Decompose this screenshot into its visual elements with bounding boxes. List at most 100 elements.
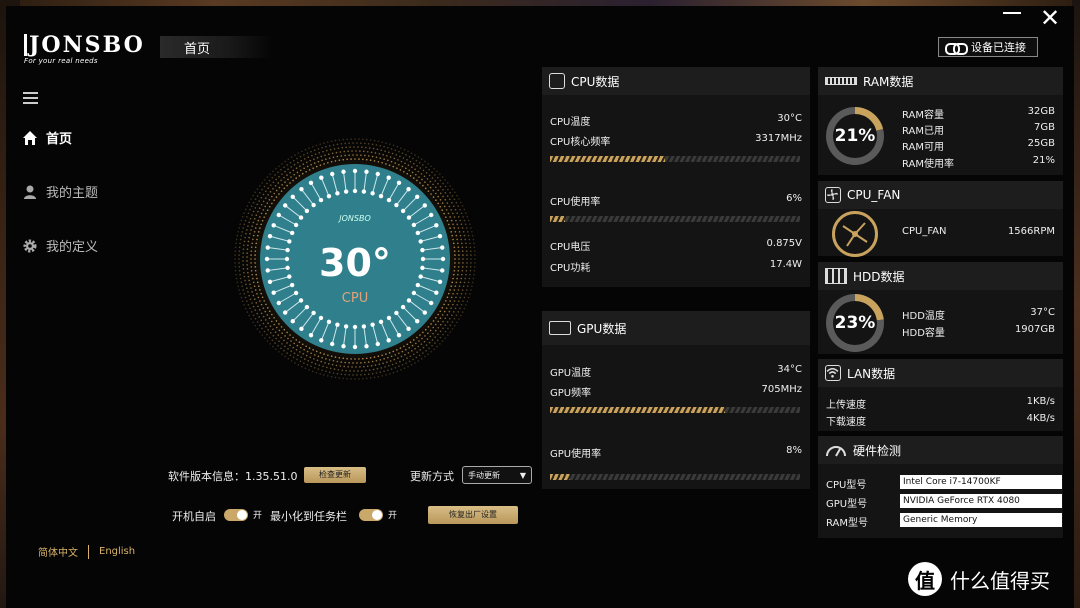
hdd-icon [825,268,847,284]
lan-download-row: 下载速度 4KB/s [826,413,1055,428]
update-mode-label: 更新方式 [410,470,454,483]
hw-ram-label: RAM型号 [826,514,868,529]
gpu-temp-label: GPU温度 [550,368,592,379]
gpu-freq-label: GPU频率 [550,388,592,399]
gpu-panel-header: GPU数据 [542,311,810,345]
lan-upload-row: 上传速度 1KB/s [826,396,1055,411]
connection-status-label: 设备已连接 [971,41,1026,54]
ram-capacity-label: RAM容量 [902,110,945,121]
menu-icon[interactable] [23,92,38,107]
sidebar-item-label: 首页 [46,132,73,147]
lan-panel: LAN数据 上传速度 1KB/s 下载速度 4KB/s [818,359,1063,431]
cpu-temperature-gauge: JONSBO 30° CPU [230,134,480,384]
sidebar-item-home[interactable]: 首页 [22,128,72,147]
close-icon[interactable]: ✕ [1040,6,1060,30]
cpu-fan-panel: CPU_FAN CPU_FAN 1566RPM [818,181,1063,257]
ram-used-label: RAM已用 [902,126,945,137]
lan-panel-header: LAN数据 [818,359,1063,387]
gpu-icon [549,321,571,335]
fan-icon [825,187,841,203]
cpu-freq-bar-fill [550,156,665,162]
sidebar-item-my-theme[interactable]: 我的主题 [22,182,98,201]
minimize-toggle[interactable] [359,509,383,521]
language-zh[interactable]: 简体中文 [38,544,78,559]
fan-dial-icon [832,211,878,257]
language-divider [88,544,89,559]
ram-usage-row: RAM使用率 21% [902,155,1055,170]
cpu-temp-value: 30°C [777,113,802,124]
cpu-fan-row: CPU_FAN 1566RPM [902,226,1055,237]
watermark: 值 什么值得买 [908,562,1050,596]
hdd-panel: HDD数据 23% HDD温度 37°C HDD容量 1907GB [818,262,1063,354]
ram-free-value: 25GB [1027,138,1055,149]
hdd-panel-header: HDD数据 [818,262,1063,290]
autostart-toggle[interactable] [224,509,248,521]
hdd-capacity-value: 1907GB [1014,324,1055,335]
hardware-panel-title: 硬件检测 [853,443,902,458]
hdd-temp-row: HDD温度 37°C [902,307,1055,322]
ram-panel-title: RAM数据 [863,74,914,89]
cpu-freq-value: 3317MHz [755,133,802,144]
cpu-fan-label: CPU_FAN [902,226,947,237]
logo-tagline: For your real needs [24,57,98,65]
hdd-percent: 23% [833,301,877,345]
lan-download-label: 下载速度 [826,417,866,428]
update-mode-value: 手动更新 [468,470,500,480]
connection-status: 设备已连接 [938,37,1038,57]
cpu-fan-panel-title: CPU_FAN [847,188,901,202]
gpu-panel: GPU数据 GPU温度 34°C GPU频率 705MHz GPU使用率 8% [542,311,810,489]
cpu-power-row: CPU功耗 17.4W [550,259,802,274]
hdd-capacity-row: HDD容量 1907GB [902,324,1055,339]
cpu-usage-label: CPU使用率 [550,197,601,208]
autostart-state: 开 [253,511,263,521]
page-title: 首页 [160,36,272,58]
ram-panel: RAM数据 21% RAM容量 32GB RAM已用 7GB RAM可用 25GB R… [818,67,1063,175]
hw-gpu-value: NVIDIA GeForce RTX 4080 [900,494,1062,508]
language-switcher: 简体中文 English [38,544,135,559]
language-en[interactable]: English [99,546,135,557]
gpu-temp-row: GPU温度 34°C [550,364,802,379]
sidebar-item-my-definition[interactable]: 我的定义 [22,236,98,255]
cpu-voltage-value: 0.875V [766,238,802,249]
hw-cpu-label: CPU型号 [826,476,866,491]
lan-upload-label: 上传速度 [826,400,866,411]
hw-cpu-label-text: CPU型号 [826,480,867,491]
ram-used-value: 7GB [1034,122,1055,133]
cpu-usage-row: CPU使用率 6% [550,193,802,208]
hw-ram-label-text: RAM型号 [826,518,869,529]
autostart-label: 开机自启 [172,510,216,523]
hdd-temp-label: HDD温度 [902,311,945,322]
hdd-temp-value: 37°C [1030,307,1055,318]
gauge-brand: JONSBO [337,214,371,223]
cpu-freq-bar [550,156,800,162]
hw-gpu-label: GPU型号 [826,495,867,510]
lan-download-value: 4KB/s [1026,413,1055,424]
cpu-icon [549,73,565,89]
cpu-usage-value: 6% [786,193,802,204]
cpu-panel-header: CPU数据 [542,67,810,95]
minimize-state: 开 [388,511,398,521]
gpu-temp-value: 34°C [777,364,802,375]
update-mode-select[interactable]: 手动更新 ▼ [462,466,532,484]
user-icon [22,184,38,200]
factory-reset-button[interactable]: 恢复出厂设置 [428,506,518,524]
minimize-icon[interactable] [1003,12,1021,14]
lan-upload-value: 1KB/s [1026,396,1055,407]
cpu-temp-row: CPU温度 30°C [550,113,802,128]
cpu-freq-label: CPU核心频率 [550,137,611,148]
gear-icon [22,238,38,254]
hardware-panel-header: 硬件检测 [818,436,1063,464]
cpu-panel: CPU数据 CPU温度 30°C CPU核心频率 3317MHz CPU使用率 6% … [542,67,810,287]
check-update-button[interactable]: 检查更新 [304,467,366,483]
gpu-usage-label: GPU使用率 [550,449,602,460]
gpu-usage-bar [550,474,800,480]
cpu-usage-bar-fill [550,216,565,222]
minimize-label: 最小化到任务栏 [270,510,347,523]
logo: JONSBO For your real needs [24,34,145,65]
gpu-freq-value: 705MHz [761,384,802,395]
wifi-icon [825,365,841,381]
hdd-usage-ring: 23% [826,294,884,352]
version-info: 软件版本信息：1.35.51.0 [168,470,298,483]
cpu-power-label: CPU功耗 [550,263,591,274]
gauge-value: 30° [319,241,391,285]
